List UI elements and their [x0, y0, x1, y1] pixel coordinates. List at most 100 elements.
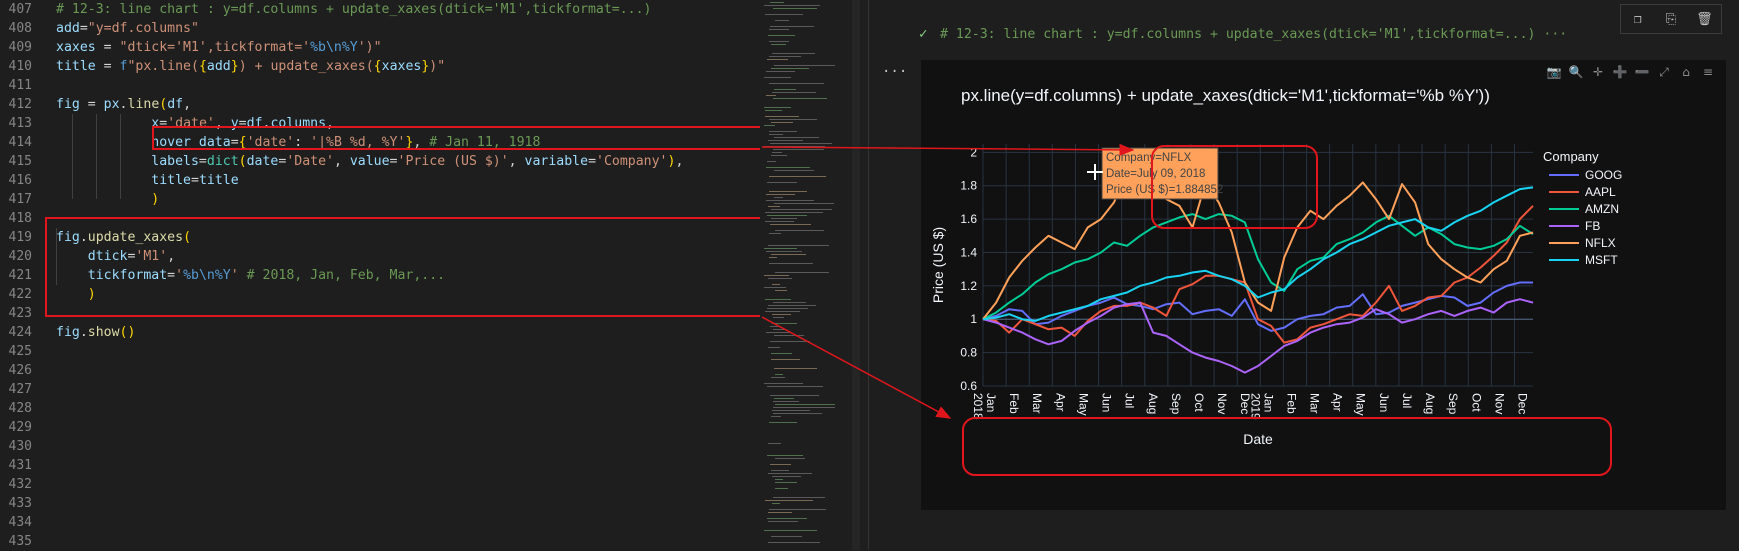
minimap-line [764, 125, 775, 126]
minimap-line [771, 44, 786, 45]
minimap-line [769, 41, 789, 42]
x-tick-label: Jul [1123, 393, 1137, 408]
minimap-line [774, 398, 794, 399]
line-number: 435 [8, 534, 32, 549]
minimap-line [767, 308, 808, 309]
x-tick-label: Oct [1469, 393, 1483, 412]
line-number: 419 [8, 230, 32, 245]
line-chart[interactable]: px.line(y=df.columns) + update_xaxes(dti… [921, 60, 1726, 510]
minimap-line [765, 14, 803, 15]
minimap-line [769, 509, 826, 510]
series-line-goog[interactable] [982, 281, 1533, 332]
legend-item-goog[interactable]: GOOG [1585, 168, 1622, 182]
trash-icon[interactable]: 🗑 [1696, 11, 1713, 27]
output-menu-button[interactable]: ... [882, 60, 907, 76]
x-tick-label: Aug [1423, 393, 1437, 414]
code-line[interactable]: fig.show() [56, 323, 135, 342]
x-tick-label: Sep [1169, 393, 1183, 415]
minimap-line [771, 416, 781, 417]
minimap-line [771, 359, 800, 360]
minimap-line [764, 275, 789, 276]
line-number-gutter: 407 408 409 410 411 412 413 414 415 416 417 418 419 4… [0, 0, 40, 550]
indent-guide [120, 114, 121, 199]
x-tick-label: Jun [1377, 393, 1391, 412]
minimap-line [764, 530, 817, 531]
line-number: 416 [8, 173, 32, 188]
zoom-icon[interactable]: 🔍 [1566, 64, 1586, 80]
minimap-line [764, 77, 791, 78]
minimap-line [775, 374, 783, 375]
zoom-in-icon[interactable]: ➕ [1610, 64, 1630, 80]
line-number: 407 [8, 2, 32, 17]
minimap-line [775, 404, 835, 405]
cell-header[interactable]: # 12-3: line chart : y=df.columns + upda… [940, 27, 1567, 42]
series-line-fb[interactable] [982, 298, 1534, 374]
minimap-line [769, 131, 797, 132]
code-line[interactable]: # 12-3: line chart : y=df.columns + upda… [56, 0, 651, 19]
code-line[interactable]: title=title [56, 171, 238, 190]
paste-icon[interactable]: ⎘ [1663, 11, 1679, 27]
minimap-line [769, 83, 824, 84]
copy-icon[interactable]: ❐ [1630, 11, 1646, 27]
legend-item-nflx[interactable]: NFLX [1585, 236, 1616, 250]
minimap-line [767, 182, 797, 183]
minimap-line [766, 95, 776, 96]
line-number: 418 [8, 211, 32, 226]
y-tick-label: 0.6 [960, 379, 977, 393]
legend-item-msft[interactable]: MSFT [1585, 253, 1618, 267]
minimap-line [769, 29, 789, 30]
minimap-line [774, 197, 783, 198]
plotly-logo-icon[interactable]: ≡ [1698, 64, 1718, 80]
line-number: 415 [8, 154, 32, 169]
legend-item-amzn[interactable]: AMZN [1585, 202, 1619, 216]
reset-axes-icon[interactable]: ⌂ [1676, 64, 1696, 80]
code-editor[interactable]: 407 408 409 410 411 412 413 414 415 416 417 418 419 4… [0, 0, 762, 550]
minimap-line [775, 482, 797, 483]
legend-item-aapl[interactable]: AAPL [1585, 185, 1616, 199]
legend-item-fb[interactable]: FB [1585, 219, 1600, 233]
minimap-line [766, 194, 795, 195]
line-number: 434 [8, 515, 32, 530]
minimap-line [769, 257, 777, 258]
zoom-out-icon[interactable]: ➖ [1632, 64, 1652, 80]
minimap-line [770, 326, 778, 327]
minimap-line [771, 68, 809, 69]
pane-splitter[interactable] [868, 0, 869, 550]
editor-scrollbar[interactable] [852, 0, 860, 550]
autoscale-icon[interactable]: ⤢ [1654, 64, 1674, 80]
code-line[interactable]: xaxes = "dtick='M1',tickformat='%b\n%Y')… [56, 38, 382, 57]
minimap[interactable] [760, 0, 860, 550]
minimap-line [770, 224, 811, 225]
minimap-line [772, 92, 816, 93]
line-number: 433 [8, 496, 32, 511]
camera-icon[interactable]: 📷 [1544, 64, 1564, 80]
minimap-line [768, 305, 816, 306]
line-number: 412 [8, 97, 32, 112]
x-tick-label: Apr [1331, 393, 1345, 412]
line-number: 422 [8, 287, 32, 302]
code-line[interactable]: labels=dict(date='Date', value='Price (U… [56, 152, 683, 171]
line-number: 425 [8, 344, 32, 359]
minimap-line [774, 203, 834, 204]
minimap-line [775, 458, 805, 459]
minimap-line [771, 218, 797, 219]
code-line[interactable]: add="y=df.columns" [56, 19, 199, 38]
minimap-line [775, 290, 787, 291]
code-line[interactable]: fig = px.line(df, [56, 95, 191, 114]
minimap-line [768, 521, 798, 522]
minimap-line [766, 332, 790, 333]
minimap-line [771, 155, 787, 156]
x-tick-label: May [1076, 393, 1090, 416]
minimap-line [769, 119, 817, 120]
minimap-line [765, 212, 823, 213]
highlight-box-update-xaxes [45, 217, 762, 317]
plotly-figure[interactable]: 📷 🔍 ✛ ➕ ➖ ⤢ ⌂ ≡ px.line(y=df.columns) + update_… [921, 60, 1726, 510]
minimap-line [773, 317, 784, 318]
x-tick-label: May [1354, 393, 1368, 416]
pan-icon[interactable]: ✛ [1588, 64, 1608, 80]
minimap-line [764, 146, 825, 147]
code-line[interactable]: title = f"px.line({add}) + update_xaxes(… [56, 57, 445, 76]
line-number: 420 [8, 249, 32, 264]
x-tick-label: Oct [1192, 393, 1206, 412]
minimap-line [775, 272, 829, 273]
